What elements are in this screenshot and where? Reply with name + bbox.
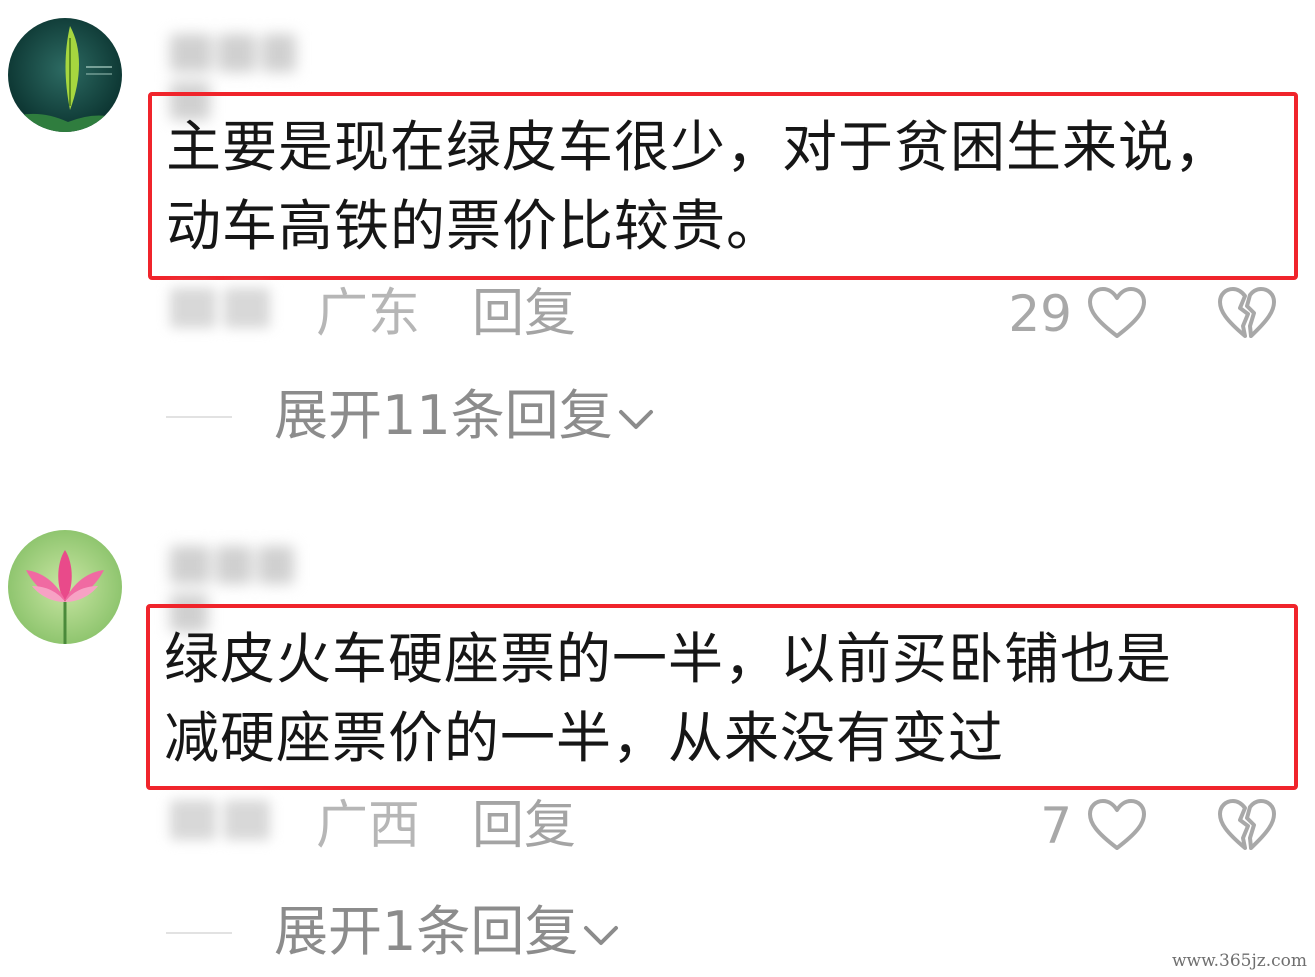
comment-meta: 广西 回复 7 [170,796,1300,856]
comment-text: 主要是现在绿皮车很少，对于贫困生来说， 动车高铁的票价比较贵。 [166,115,1231,258]
like-count: 7 [1040,797,1072,855]
username-blurred[interactable] [170,28,340,120]
watermark: www.365jz.com [1172,951,1307,971]
expand-replies-button[interactable]: 展开11条回复 [274,386,655,446]
comment-item: 主要是现在绿皮车很少，对于贫困生来说， 动车高铁的票价比较贵。 广东 回复 29… [0,0,1315,470]
timestamp-blurred [170,288,278,332]
username-blurred[interactable] [170,540,340,632]
region-label: 广东 [316,284,421,344]
comment-item: 绿皮火车硬座票的一半，以前买卧铺也是 减硬座票价的一半，从来没有变过 广西 回复… [0,520,1315,977]
expand-replies-button[interactable]: 展开1条回复 [274,902,620,962]
expand-divider [166,416,232,418]
heart-outline-icon[interactable] [1086,286,1148,342]
broken-heart-icon[interactable] [1216,286,1278,342]
reply-button[interactable]: 回复 [472,284,576,344]
expand-replies-label: 展开1条回复 [274,900,579,963]
expand-replies-label: 展开11条回复 [274,384,613,447]
timestamp-blurred [170,800,278,844]
comment-text: 绿皮火车硬座票的一半，以前买卧铺也是 减硬座票价的一半，从来没有变过 [164,627,1173,770]
chevron-down-icon [618,410,653,430]
expand-replies[interactable]: 展开1条回复 [166,902,766,962]
comment-meta: 广东 回复 29 [170,284,1300,344]
chevron-down-icon [584,926,619,946]
avatar[interactable] [8,530,122,644]
comment-content-highlight: 绿皮火车硬座票的一半，以前买卧铺也是 减硬座票价的一半，从来没有变过 [146,604,1298,790]
heart-outline-icon[interactable] [1086,798,1148,854]
avatar[interactable] [8,18,122,132]
region-label: 广西 [316,796,421,856]
like-count: 29 [1008,285,1072,343]
broken-heart-icon[interactable] [1216,798,1278,854]
comment-content-highlight: 主要是现在绿皮车很少，对于贫困生来说， 动车高铁的票价比较贵。 [148,92,1298,280]
reply-button[interactable]: 回复 [472,796,576,856]
expand-replies[interactable]: 展开11条回复 [166,386,766,446]
expand-divider [166,932,232,934]
